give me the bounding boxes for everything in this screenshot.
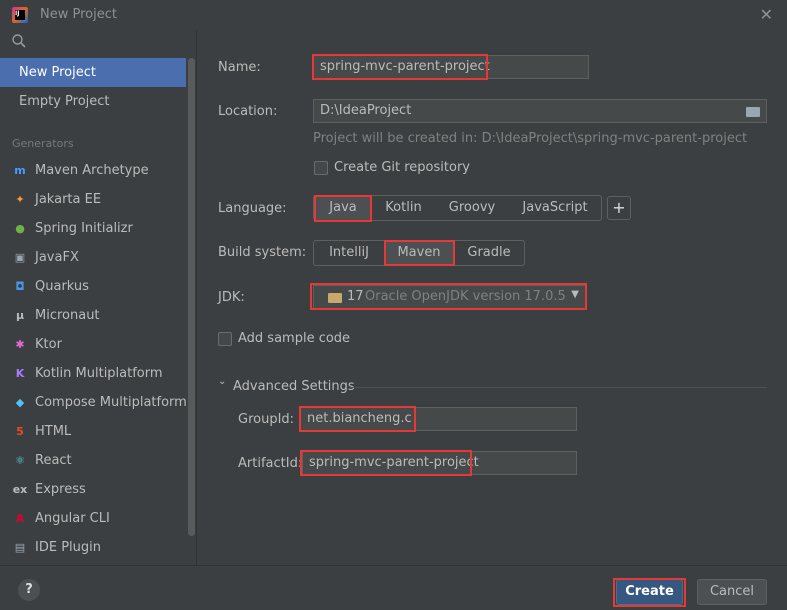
location-label: Location: xyxy=(218,104,278,119)
chevron-down-icon[interactable]: ⌄ xyxy=(218,376,226,387)
sidebar-item-label: Jakarta EE xyxy=(35,192,102,207)
sidebar-item-angular-cli[interactable]: A Angular CLI xyxy=(12,504,110,533)
build-option-intellij[interactable]: IntelliJ xyxy=(314,241,384,265)
dialog-footer: ? Create Cancel xyxy=(0,565,787,610)
build-system-label: Build system: xyxy=(218,245,307,260)
language-option-javascript[interactable]: JavaScript xyxy=(509,196,601,220)
express-icon: ex xyxy=(12,483,28,496)
sample-code-checkbox[interactable] xyxy=(218,332,232,346)
language-option-java[interactable]: Java xyxy=(314,196,372,220)
advanced-divider xyxy=(350,387,767,388)
title-bar: IJ New Project ✕ xyxy=(0,0,787,30)
location-input[interactable]: D:\IdeaProject xyxy=(313,99,767,123)
cancel-button[interactable]: Cancel xyxy=(697,579,767,605)
sidebar-item-label: Spring Initializr xyxy=(35,221,133,236)
create-button[interactable]: Create xyxy=(616,579,683,605)
jdk-label: JDK: xyxy=(218,290,245,305)
advanced-settings-toggle[interactable]: Advanced Settings xyxy=(233,379,355,394)
sidebar-item-label: Quarkus xyxy=(35,279,89,294)
compose-icon: ◆ xyxy=(15,396,25,409)
build-system-selector: IntelliJ Maven Gradle xyxy=(313,240,525,266)
sidebar-item-javafx[interactable]: ▣ JavaFX xyxy=(12,243,79,272)
sidebar-item-micronaut[interactable]: μ Micronaut xyxy=(12,301,100,330)
sidebar-item-label: Compose Multiplatform xyxy=(35,395,187,410)
add-language-button[interactable]: + xyxy=(607,196,631,220)
artifactid-input[interactable]: spring-mvc-parent-project xyxy=(302,451,577,475)
html5-icon: 5 xyxy=(16,425,24,438)
spring-icon: ● xyxy=(15,222,25,235)
jdk-dropdown[interactable]: 17 Oracle OpenJDK version 17.0.5 ▼ xyxy=(313,285,586,309)
git-label: Create Git repository xyxy=(334,160,470,175)
sidebar-item-label: IDE Plugin xyxy=(35,540,101,555)
project-form: Name: spring-mvc-parent-project Location… xyxy=(198,30,787,565)
sidebar-item-ide-plugin[interactable]: ▤ IDE Plugin xyxy=(12,533,101,562)
groupid-input[interactable]: net.biancheng.c xyxy=(300,407,577,431)
react-icon: ⚛ xyxy=(15,454,25,467)
artifactid-label: ArtifactId: xyxy=(238,456,303,471)
kotlin-icon: K xyxy=(15,367,25,380)
sidebar: New Project Empty Project Generators m Ma… xyxy=(0,30,197,565)
window-title: New Project xyxy=(40,7,117,22)
sidebar-item-label: JavaFX xyxy=(35,250,79,265)
language-selector: Java Kotlin Groovy JavaScript xyxy=(313,195,602,221)
location-hint: Project will be created in: D:\IdeaProje… xyxy=(313,131,748,146)
ktor-icon: ✱ xyxy=(15,338,25,351)
name-input[interactable]: spring-mvc-parent-project xyxy=(313,55,589,79)
sidebar-item-label: Kotlin Multiplatform xyxy=(35,366,163,381)
jdk-folder-icon xyxy=(328,293,342,303)
name-label: Name: xyxy=(218,60,261,75)
sidebar-item-label: Angular CLI xyxy=(35,511,110,526)
help-button[interactable]: ? xyxy=(18,579,40,601)
sidebar-item-label: React xyxy=(35,453,72,468)
sidebar-item-html[interactable]: 5 HTML xyxy=(12,417,71,446)
sample-code-label: Add sample code xyxy=(238,331,351,346)
sidebar-search[interactable] xyxy=(0,30,196,56)
sidebar-item-kotlin-multiplatform[interactable]: K Kotlin Multiplatform xyxy=(12,359,163,388)
sidebar-item-compose-multiplatform[interactable]: ◆ Compose Multiplatform xyxy=(12,388,187,417)
sidebar-item-label: Express xyxy=(35,482,86,497)
plugin-icon: ▤ xyxy=(14,541,26,554)
close-icon[interactable]: ✕ xyxy=(760,5,773,24)
jakarta-icon: ✦ xyxy=(15,193,25,206)
groupid-label: GroupId: xyxy=(238,412,295,427)
sidebar-scrollbar[interactable] xyxy=(188,58,195,536)
git-checkbox[interactable] xyxy=(314,161,328,175)
quarkus-icon: ◘ xyxy=(15,280,25,293)
build-option-gradle[interactable]: Gradle xyxy=(454,241,524,265)
sidebar-item-jakarta-ee[interactable]: ✦ Jakarta EE xyxy=(12,185,101,214)
language-label: Language: xyxy=(218,201,287,216)
sidebar-item-maven-archetype[interactable]: m Maven Archetype xyxy=(12,156,149,185)
sidebar-item-empty-project[interactable]: Empty Project xyxy=(0,87,186,116)
sidebar-item-label: Maven Archetype xyxy=(35,163,149,178)
sidebar-item-react[interactable]: ⚛ React xyxy=(12,446,72,475)
sidebar-item-label: Ktor xyxy=(35,337,62,352)
jdk-name: Oracle OpenJDK version 17.0.5 xyxy=(365,289,566,304)
build-option-maven[interactable]: Maven xyxy=(384,241,454,265)
maven-icon: m xyxy=(14,164,26,177)
intellij-logo-icon: IJ xyxy=(12,7,28,23)
micronaut-icon: μ xyxy=(15,309,25,322)
sidebar-item-label: HTML xyxy=(35,424,72,439)
search-icon xyxy=(12,34,26,48)
sidebar-item-spring-initializr[interactable]: ● Spring Initializr xyxy=(12,214,133,243)
language-option-groovy[interactable]: Groovy xyxy=(435,196,509,220)
sidebar-item-ktor[interactable]: ✱ Ktor xyxy=(12,330,62,359)
sidebar-item-express[interactable]: ex Express xyxy=(12,475,86,504)
sidebar-item-quarkus[interactable]: ◘ Quarkus xyxy=(12,272,89,301)
jdk-version: 17 xyxy=(347,289,364,304)
chevron-down-icon: ▼ xyxy=(571,289,579,300)
folder-icon[interactable] xyxy=(746,107,760,117)
javafx-icon: ▣ xyxy=(14,251,26,264)
sidebar-item-label: Micronaut xyxy=(35,308,100,323)
angular-icon: A xyxy=(15,512,25,525)
language-option-kotlin[interactable]: Kotlin xyxy=(372,196,435,220)
generators-section-label: Generators xyxy=(12,137,74,150)
sidebar-item-new-project[interactable]: New Project xyxy=(0,58,186,87)
